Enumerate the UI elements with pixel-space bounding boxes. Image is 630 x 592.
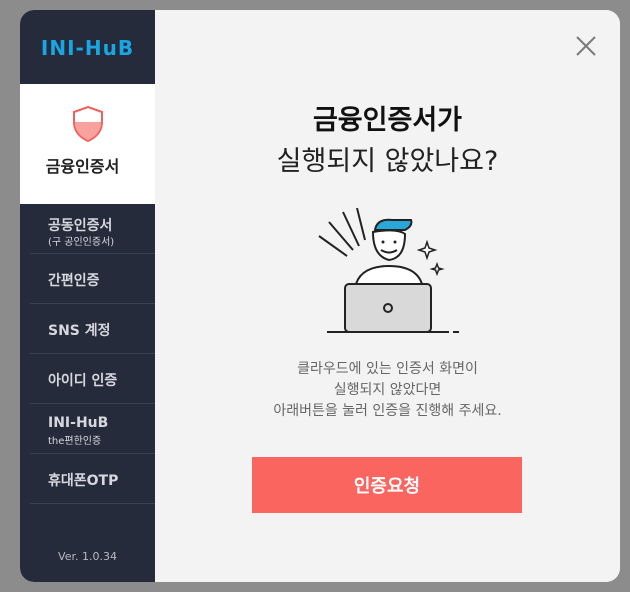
sidebar-item-label: INI-HuB: [48, 415, 109, 431]
sidebar-item-label: 아이디 인증: [48, 373, 118, 389]
main-content: 금융인증서가 실행되지 않았나요? 클라우드에 있는 인증서 화면이 실행되지 …: [155, 10, 620, 582]
version-label: Ver. 1.0.34: [58, 550, 117, 563]
close-icon[interactable]: [574, 34, 598, 58]
person-laptop-illustration-icon: [318, 208, 459, 333]
sidebar-item-label: 공동인증서: [48, 218, 113, 234]
sidebar-item-phone-otp[interactable]: 휴대폰OTP: [30, 454, 155, 504]
sidebar-item-sublabel: (구 공인인증서): [48, 237, 115, 248]
sidebar-item-financial-cert[interactable]: 금융인증서: [20, 84, 155, 204]
sidebar-item-sublabel: the편한인증: [48, 436, 102, 447]
dialog-subtitle: 실행되지 않았나요?: [276, 146, 499, 177]
sidebar-item-ini-hub[interactable]: INI-HuB the편한인증: [30, 404, 155, 454]
sidebar-item-label: 간편인증: [48, 273, 100, 289]
sidebar-item-simple-auth[interactable]: 간편인증: [30, 254, 155, 304]
ini-hub-logo: INI-HuB: [40, 36, 135, 60]
sidebar-item-label: 금융인증서: [45, 157, 120, 176]
sidebar-item-sns[interactable]: SNS 계정: [30, 304, 155, 354]
auth-request-button[interactable]: 인증요청: [252, 457, 522, 513]
sidebar: INI-HuB 금융인증서 공동인증서 (구 공인인증서) 간편인증 SNS 계…: [20, 10, 155, 582]
sidebar-item-label: SNS 계정: [48, 323, 111, 339]
shield-icon: [73, 106, 103, 142]
sidebar-item-joint-cert[interactable]: 공동인증서 (구 공인인증서): [30, 204, 155, 254]
sidebar-item-id-auth[interactable]: 아이디 인증: [30, 354, 155, 404]
dialog-title: 금융인증서가: [312, 105, 463, 136]
description-line: 실행되지 않았다면: [333, 382, 442, 398]
description-line: 아래버튼을 눌러 인증을 진행해 주세요.: [273, 403, 502, 419]
description-line: 클라우드에 있는 인증서 화면이: [297, 361, 478, 377]
sidebar-item-label: 휴대폰OTP: [48, 473, 119, 489]
description: 클라우드에 있는 인증서 화면이 실행되지 않았다면 아래버튼을 눌러 인증을 …: [155, 359, 620, 422]
auth-dialog: INI-HuB 금융인증서 공동인증서 (구 공인인증서) 간편인증 SNS 계…: [20, 10, 620, 582]
